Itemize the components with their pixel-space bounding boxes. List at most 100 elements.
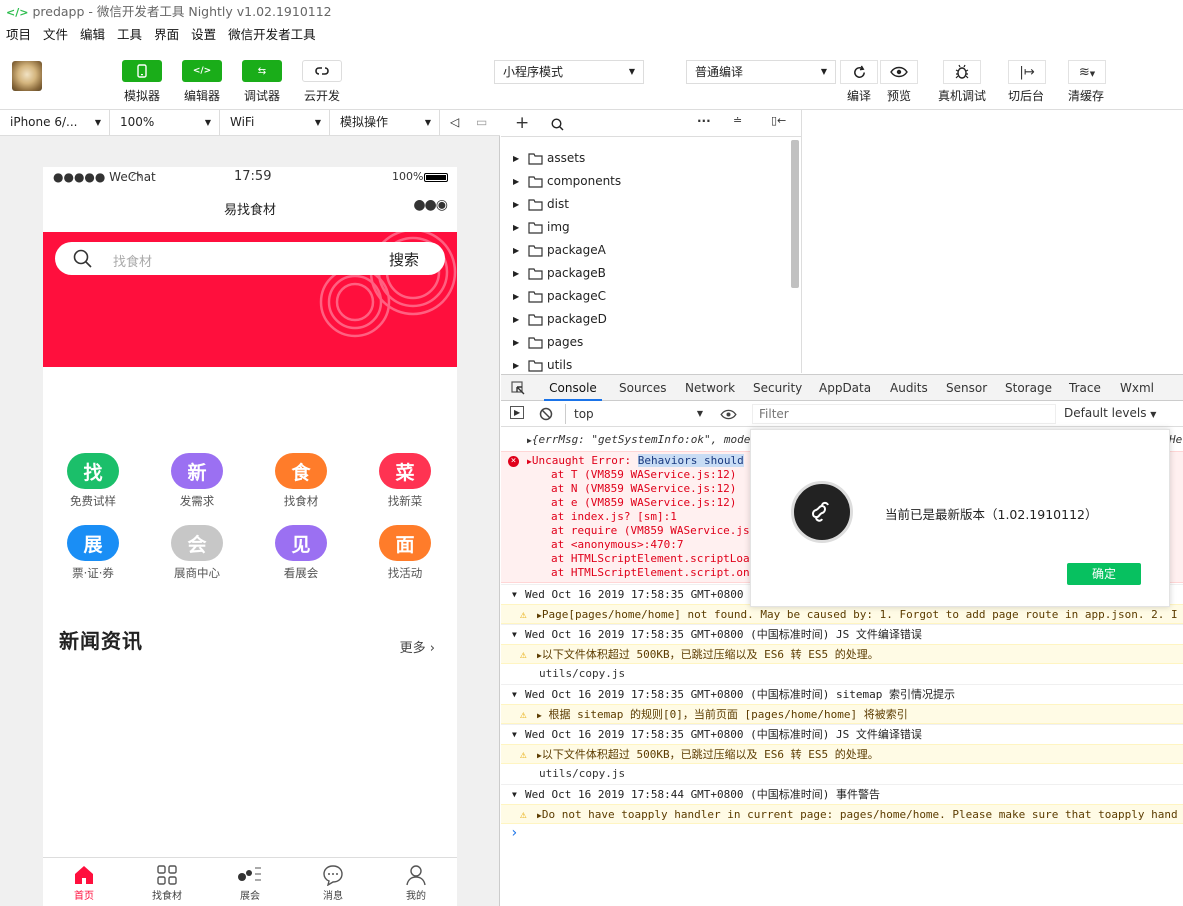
grid-icon-food[interactable]: 食 — [275, 453, 327, 489]
log-levels-select[interactable]: Default levels ▼ — [1064, 406, 1156, 420]
editor-toggle-button[interactable]: </> — [182, 60, 222, 82]
tab-appdata[interactable]: AppData — [819, 375, 871, 401]
folder-packageD[interactable]: ▶ packageD — [501, 308, 791, 331]
more-options-icon[interactable]: ··· — [697, 114, 711, 128]
stack-frame[interactable]: at index.js? [sm]:1 — [551, 510, 677, 523]
console-warning[interactable]: ⚠ ▶Do not have toapply handler in current… — [501, 804, 1183, 824]
capsule-menu-button[interactable]: ●●◉ — [413, 197, 448, 213]
tab-messages[interactable]: 消息 — [292, 858, 374, 906]
folder-packageB[interactable]: ▶ packageB — [501, 262, 791, 285]
layout-toggle-icon[interactable]: ▯← — [771, 114, 786, 127]
context-select[interactable]: top ▼ — [565, 404, 707, 424]
grid-icon-events[interactable]: 面 — [379, 525, 431, 561]
grid-icon-dish[interactable]: 菜 — [379, 453, 431, 489]
stack-frame[interactable]: at require (VM859 WAService.js — [551, 524, 750, 537]
console-filter-input[interactable] — [752, 404, 1056, 424]
tab-home[interactable]: 首页 — [43, 858, 125, 906]
stack-frame[interactable]: at e (VM859 WAService.js:12) — [551, 496, 736, 509]
clear-cache-button[interactable]: ≋▼ — [1068, 60, 1106, 84]
tab-expo[interactable]: 展会 — [209, 858, 291, 906]
tab-console[interactable]: Console — [544, 375, 602, 401]
search-bar[interactable]: 找食材 搜索 — [55, 242, 445, 275]
caret-right-icon: ▶ — [513, 361, 520, 370]
file-tree-scrollbar[interactable] — [791, 140, 799, 288]
stack-frame[interactable]: at N (VM859 WAService.js:12) — [551, 482, 736, 495]
console-warning[interactable]: ⚠ ▶以下文件体积超过 500KB，已跳过压缩以及 ES6 转 ES5 的处理。 — [501, 644, 1183, 664]
folder-components[interactable]: ▶ components — [501, 170, 791, 193]
editor-pane[interactable] — [801, 110, 1183, 373]
tab-profile[interactable]: 我的 — [375, 858, 457, 906]
remote-debug-button[interactable] — [943, 60, 981, 84]
dialog-ok-button[interactable]: 确定 — [1067, 563, 1141, 585]
tab-wxml[interactable]: Wxml — [1120, 375, 1154, 401]
background-button[interactable]: |↦ — [1008, 60, 1046, 84]
folder-assets[interactable]: ▶ assets — [501, 147, 791, 170]
stack-frame[interactable]: at HTMLScriptElement.scriptLoa — [551, 552, 750, 565]
tab-sensor[interactable]: Sensor — [946, 375, 987, 401]
folder-dist[interactable]: ▶ dist — [501, 193, 791, 216]
console-group-header[interactable]: ▼ Wed Oct 16 2019 17:58:35 GMT+0800 (中国标准… — [501, 684, 1183, 704]
sidebar-toggle-icon[interactable]: ▶ — [510, 406, 524, 419]
clear-console-icon[interactable] — [539, 407, 553, 421]
menu-tools[interactable]: 工具 — [117, 27, 142, 42]
grid-icon-tickets[interactable]: 展 — [67, 525, 119, 561]
grid-icon-demand[interactable]: 新 — [171, 453, 223, 489]
tab-security[interactable]: Security — [753, 375, 802, 401]
console-warning[interactable]: ⚠ ▶以下文件体积超过 500KB，已跳过压缩以及 ES6 转 ES5 的处理。 — [501, 744, 1183, 764]
tab-network[interactable]: Network — [685, 375, 735, 401]
tab-storage[interactable]: Storage — [1005, 375, 1052, 401]
zoom-select[interactable]: 100% ▼ — [110, 110, 220, 135]
folder-packageC[interactable]: ▶ packageC — [501, 285, 791, 308]
inspect-element-icon[interactable] — [511, 381, 525, 395]
debugger-toggle-button[interactable]: ⇆ — [242, 60, 282, 82]
menu-project[interactable]: 项目 — [6, 27, 31, 42]
preview-button[interactable] — [880, 60, 918, 84]
menu-file[interactable]: 文件 — [43, 27, 68, 42]
collapse-icon[interactable]: ≐ — [733, 114, 742, 127]
tab-sources[interactable]: Sources — [619, 375, 666, 401]
tab-find-food[interactable]: 找食材 — [126, 858, 208, 906]
app-logo-icon: </> — [6, 6, 29, 19]
folder-packageA[interactable]: ▶ packageA — [501, 239, 791, 262]
add-file-icon[interactable]: + — [515, 113, 529, 133]
tab-trace[interactable]: Trace — [1069, 375, 1101, 401]
layers-icon: ≋▼ — [1078, 64, 1096, 80]
compile-button[interactable] — [840, 60, 878, 84]
search-icon[interactable] — [551, 118, 564, 131]
cloud-dev-button[interactable] — [302, 60, 342, 82]
network-select[interactable]: WiFi ▼ — [220, 110, 330, 135]
menu-view[interactable]: 界面 — [154, 27, 179, 42]
stack-frame[interactable]: at <anonymous>:470:7 — [551, 538, 683, 551]
folder-pages[interactable]: ▶ pages — [501, 331, 791, 354]
stack-frame[interactable]: at T (VM859 WAService.js:12) — [551, 468, 736, 481]
compile-mode-select[interactable]: 普通编译 ▼ — [686, 60, 836, 84]
console-warning[interactable]: ⚠ ▶ 根据 sitemap 的规则[0]，当前页面 [pages/home/ho… — [501, 704, 1183, 724]
folder-utils[interactable]: ▶ utils — [501, 354, 791, 373]
console-group-header[interactable]: ▼ Wed Oct 16 2019 17:58:35 GMT+0800 (中国标准… — [501, 724, 1183, 744]
folder-img[interactable]: ▶ img — [501, 216, 791, 239]
tab-audits[interactable]: Audits — [890, 375, 928, 401]
stack-frame[interactable]: at HTMLScriptElement.script.on — [551, 566, 750, 579]
window-button[interactable]: ▭ — [470, 110, 500, 135]
menu-settings[interactable]: 设置 — [191, 27, 216, 42]
news-more-link[interactable]: 更多 › — [400, 637, 435, 656]
console-group-header[interactable]: ▼ Wed Oct 16 2019 17:58:35 GMT+0800 (中国标准… — [501, 624, 1183, 644]
console-group-header[interactable]: ▼ Wed Oct 16 2019 17:58:44 GMT+0800 (中国标准… — [501, 784, 1183, 804]
debugger-label: 调试器 — [244, 89, 281, 103]
user-avatar[interactable] — [12, 61, 42, 91]
grid-icon-exhibitor[interactable]: 会 — [171, 525, 223, 561]
eye-icon[interactable] — [720, 409, 737, 420]
mute-button[interactable]: ◁ — [440, 110, 470, 135]
console-prompt[interactable]: › — [501, 824, 1183, 842]
operation-select[interactable]: 模拟操作 ▼ — [330, 110, 440, 135]
menu-wechat-devtools[interactable]: 微信开发者工具 — [228, 27, 316, 42]
device-select[interactable]: iPhone 6/... ▼ — [0, 110, 110, 135]
simulator-toggle-button[interactable] — [122, 60, 162, 82]
bug-icon — [955, 64, 969, 79]
mode-select[interactable]: 小程序模式 ▼ — [494, 60, 644, 84]
grid-icon-expo[interactable]: 见 — [275, 525, 327, 561]
search-button[interactable]: 搜索 — [389, 249, 419, 270]
console-warning[interactable]: ⚠ ▶Page[pages/home/home] not found. May b… — [501, 604, 1183, 624]
grid-icon-trial[interactable]: 找 — [67, 453, 119, 489]
menu-edit[interactable]: 编辑 — [80, 27, 105, 42]
